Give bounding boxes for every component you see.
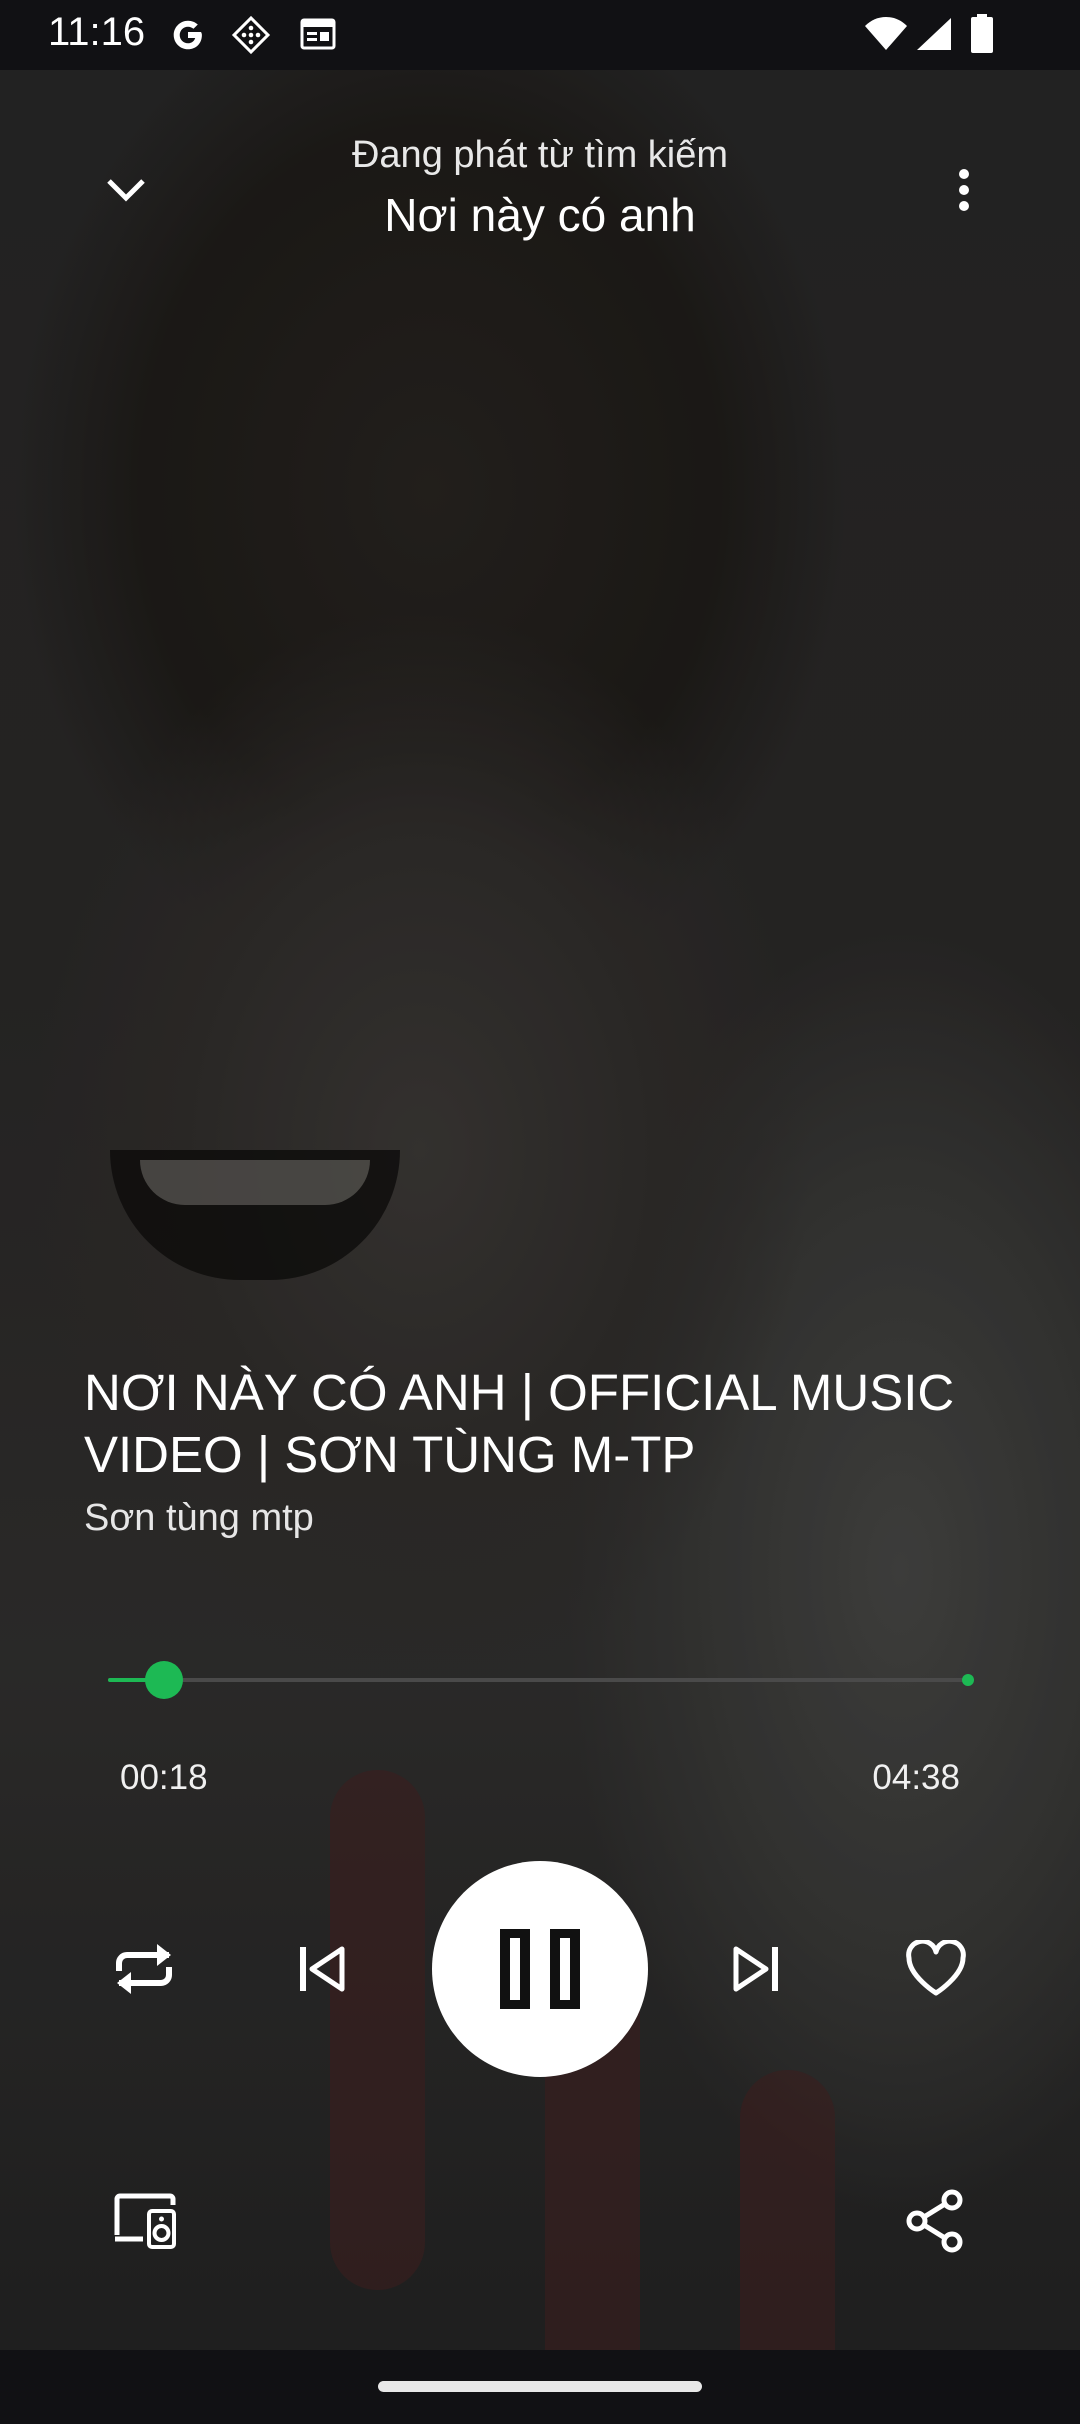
navigation-bar <box>0 2350 1080 2424</box>
track-artist[interactable]: Sơn tùng mtp <box>84 1497 314 1540</box>
elapsed-time: 00:18 <box>120 1758 208 1797</box>
progress-slider[interactable] <box>108 1661 974 1699</box>
playing-from-label: Đang phát từ tìm kiếm <box>351 134 729 176</box>
share-button[interactable] <box>900 2186 970 2256</box>
more-vertical-icon <box>959 169 969 211</box>
heart-icon <box>906 1940 966 1996</box>
progress-end-dot <box>962 1674 974 1686</box>
status-bar: 11:16 <box>0 0 1080 70</box>
skip-next-icon <box>733 1946 778 1992</box>
google-g-icon <box>168 14 208 59</box>
repeat-button[interactable] <box>104 1934 184 2004</box>
cellular-signal-icon <box>915 16 953 57</box>
battery-icon <box>970 14 994 59</box>
notification-pattern-icon <box>230 14 272 61</box>
progress-rail <box>108 1678 970 1682</box>
track-title: NƠI NÀY CÓ ANH | OFFICIAL MUSIC VIDEO | … <box>84 1364 955 1483</box>
total-time: 04:38 <box>872 1758 960 1797</box>
page-title: Nơi này có anh <box>384 189 696 241</box>
more-options-button[interactable] <box>934 160 994 220</box>
progress-thumb[interactable] <box>145 1661 184 1699</box>
connect-device-button[interactable] <box>110 2186 180 2256</box>
home-gesture-handle[interactable] <box>378 2381 702 2392</box>
previous-button[interactable] <box>282 1934 362 2004</box>
share-icon <box>906 2189 963 2253</box>
calendar-icon <box>298 14 338 59</box>
next-button[interactable] <box>716 1934 796 2004</box>
status-time: 11:16 <box>48 10 146 54</box>
favorite-button[interactable] <box>896 1934 976 2004</box>
skip-previous-icon <box>300 1946 345 1992</box>
pause-button[interactable] <box>432 1861 648 2077</box>
wifi-icon <box>864 16 908 57</box>
pause-icon <box>500 1929 580 2009</box>
repeat-icon <box>116 1944 172 1994</box>
devices-speaker-icon <box>114 2193 176 2249</box>
